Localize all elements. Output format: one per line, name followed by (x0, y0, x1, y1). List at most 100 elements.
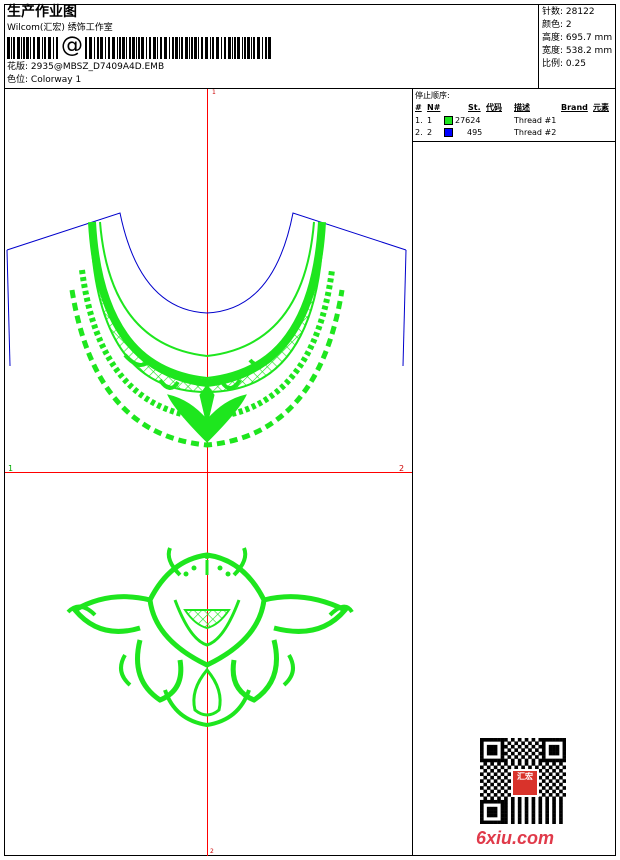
qr-module (500, 765, 505, 770)
qr-module (517, 806, 522, 811)
qr-module (500, 738, 505, 742)
qr-module (552, 782, 556, 787)
qr-module (524, 738, 529, 742)
qr-module (552, 806, 556, 811)
qr-module (490, 775, 494, 780)
qr-module (545, 799, 549, 804)
qr-module (538, 768, 543, 773)
qr-module (517, 803, 522, 807)
qr-module (514, 748, 519, 752)
qr-module (538, 796, 543, 801)
qr-module (480, 758, 484, 763)
qr-module (538, 803, 543, 807)
qr-module (548, 793, 553, 797)
qr-module (538, 744, 543, 749)
qr-module (555, 772, 560, 777)
qr-module (531, 820, 536, 825)
stamp-seal: 汇宏 (511, 769, 539, 797)
qr-module (486, 738, 491, 742)
qr-module (504, 751, 508, 756)
qr-module (486, 820, 491, 825)
qr-module (538, 817, 543, 821)
qr-module (524, 806, 529, 811)
qr-module (524, 799, 529, 804)
qr-module (538, 813, 543, 818)
qr-module (510, 813, 515, 818)
qr-module (483, 789, 488, 794)
qr-module (480, 820, 484, 825)
qr-module (531, 738, 536, 742)
qr-module (510, 817, 515, 821)
qr-module (538, 758, 543, 763)
qr-module (552, 813, 556, 818)
qr-module (504, 796, 508, 801)
qr-module (559, 775, 563, 780)
qr-module (493, 744, 498, 749)
watermark-site: 6xiu.com (476, 828, 555, 848)
qr-module (538, 806, 543, 811)
qr-module (500, 810, 505, 814)
qr-module (562, 738, 567, 742)
qr-module (559, 803, 563, 807)
qr-module (504, 810, 508, 814)
qr-module (548, 758, 553, 763)
qr-module (541, 765, 546, 770)
qr-module (552, 738, 556, 742)
qr-module (517, 817, 522, 821)
qr-module (538, 820, 543, 825)
qr-module (562, 765, 567, 770)
qr-module (480, 803, 484, 807)
qr-module (531, 796, 536, 801)
qr-module (510, 738, 515, 742)
qr-module (538, 762, 543, 766)
qr-module (517, 813, 522, 818)
qr-module (490, 744, 494, 749)
qr-module (538, 782, 543, 787)
qr-module (562, 786, 567, 790)
qr-module (552, 820, 556, 825)
qr-module (524, 817, 529, 821)
qr-module (552, 748, 556, 752)
qr-module (559, 758, 563, 763)
qr-module (504, 817, 508, 821)
qr-module (504, 813, 508, 818)
qr-module (548, 744, 553, 749)
qr-module (524, 796, 529, 801)
qr-module (541, 748, 546, 752)
qr-module (480, 765, 484, 770)
qr-module (493, 779, 498, 783)
qr-module (493, 772, 498, 777)
qr-module (500, 779, 505, 783)
qr-module (486, 813, 491, 818)
qr-module (555, 793, 560, 797)
qr-module (486, 765, 491, 770)
qr-module (541, 738, 546, 742)
qr-module (562, 793, 567, 797)
qr-module (504, 758, 508, 763)
qr-module (500, 806, 505, 811)
qr-module (531, 817, 536, 821)
qr-module (528, 755, 532, 759)
qr-module (493, 765, 498, 770)
qr-module (504, 782, 508, 787)
qr-module (510, 796, 515, 801)
qr-module (497, 738, 501, 742)
qr-module (531, 813, 536, 818)
qr-module (524, 744, 529, 749)
qr-module (504, 762, 508, 766)
qr-module (545, 820, 549, 825)
qr-module (514, 755, 519, 759)
qr-module (552, 796, 556, 801)
qr-module (500, 793, 505, 797)
qr-module (535, 741, 539, 746)
qr-module (559, 738, 563, 742)
embroidery-canvas (6, 212, 407, 728)
qr-module (483, 820, 488, 825)
qr-module (486, 748, 491, 752)
qr-module (552, 744, 556, 749)
qr-module (497, 799, 501, 804)
qr-module (483, 799, 488, 804)
qr-module (480, 817, 484, 821)
qr-module (524, 820, 529, 825)
qr-module (497, 768, 501, 773)
